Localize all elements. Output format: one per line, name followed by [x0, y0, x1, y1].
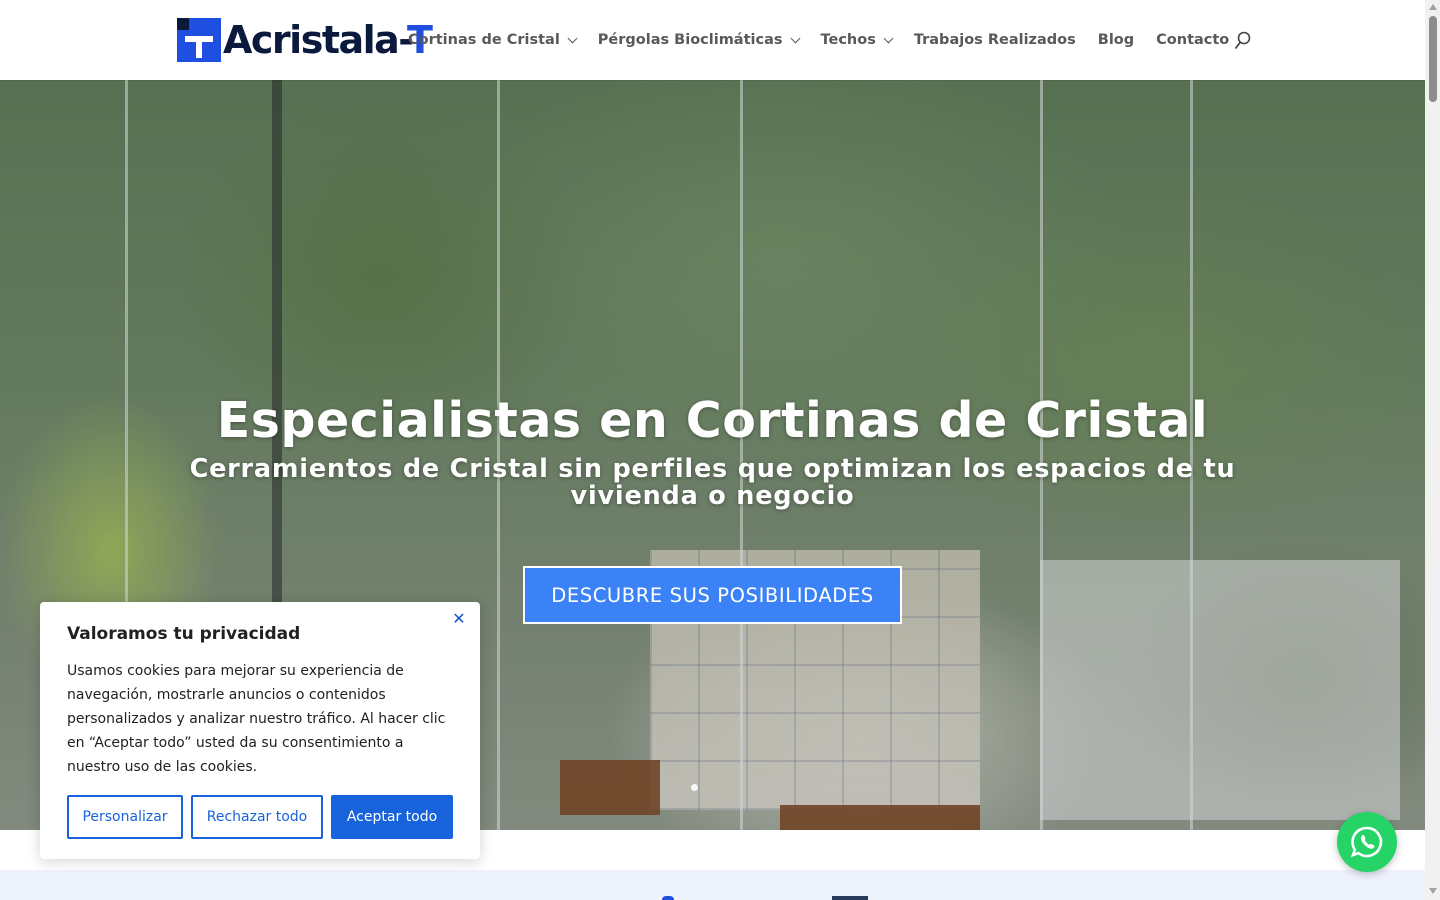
hero-subtitle: Cerramientos de Cristal sin perfiles que… [189, 454, 1236, 511]
cookie-text: Usamos cookies para mejorar su experienc… [67, 663, 446, 775]
whatsapp-icon[interactable] [1337, 812, 1397, 872]
page: Acristala-T Cortinas de Cristal Pérgolas… [0, 0, 1440, 900]
nav-item-label: Cortinas de Cristal [408, 32, 560, 48]
chevron-down-icon [883, 33, 894, 43]
scrollbar[interactable] [1425, 0, 1440, 900]
next-section-strip [0, 870, 1425, 900]
scroll-up-icon[interactable] [1429, 4, 1437, 10]
cookie-title: Valoramos tu privacidad [67, 624, 301, 644]
slider-dot[interactable] [691, 784, 698, 791]
chevron-down-icon [790, 33, 800, 43]
site-header: Acristala-T Cortinas de Cristal Pérgolas… [0, 0, 1425, 80]
nav-item-techos[interactable]: Techos [820, 32, 894, 48]
chevron-down-icon [567, 33, 578, 43]
logo-wordmark: Acristala-T [223, 18, 433, 62]
nav-item-label: Trabajos Realizados [913, 32, 1076, 48]
nav-item-trabajos[interactable]: Trabajos Realizados [914, 32, 1076, 48]
partial-icon [832, 896, 868, 900]
hero-title: Especialistas en Cortinas de Cristal [216, 392, 1209, 449]
close-icon[interactable]: ✕ [452, 611, 466, 627]
cookie-banner: Valoramos tu privacidad ✕ Usamos cookies… [40, 602, 480, 859]
hero-cta-button[interactable]: DESCUBRE SUS POSIBILIDADES [523, 566, 902, 624]
nav-item-label: Contacto [1156, 32, 1230, 48]
nav-item-label: Blog [1097, 32, 1135, 48]
customize-button[interactable]: Personalizar [67, 795, 183, 839]
nav-item-blog[interactable]: Blog [1098, 32, 1134, 48]
search-icon[interactable] [1234, 31, 1252, 51]
nav-item-label: Techos [820, 32, 876, 48]
main-nav: Cortinas de Cristal Pérgolas Bioclimátic… [408, 30, 1251, 50]
nav-item-label: Pérgolas Bioclimáticas [597, 32, 783, 48]
reject-all-button[interactable]: Rechazar todo [191, 795, 323, 839]
scroll-down-icon[interactable] [1429, 888, 1437, 894]
nav-item-contacto[interactable]: Contacto [1156, 32, 1229, 48]
site-logo[interactable]: Acristala-T [177, 18, 433, 62]
scrollbar-thumb[interactable] [1429, 16, 1437, 102]
nav-item-pergolas[interactable]: Pérgolas Bioclimáticas [597, 32, 800, 48]
nav-item-cortinas[interactable]: Cortinas de Cristal [408, 32, 578, 48]
logo-mark-icon [177, 18, 221, 62]
partial-icon [662, 896, 674, 900]
accept-all-button[interactable]: Aceptar todo [331, 795, 453, 839]
